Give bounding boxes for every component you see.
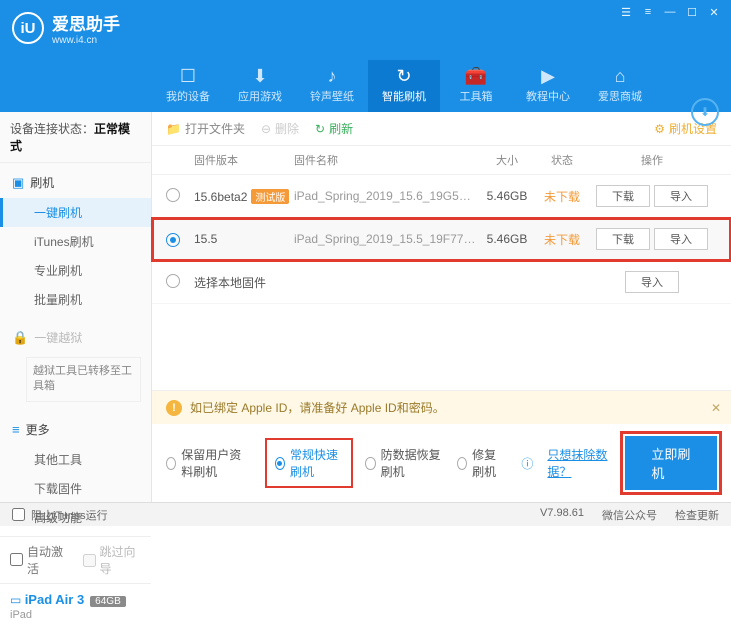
win-max-button[interactable]: ☐ xyxy=(685,6,699,19)
win-close-button[interactable]: ✕ xyxy=(707,6,721,19)
list-icon: ≡ xyxy=(12,422,20,437)
nav-my-device[interactable]: ☐我的设备 xyxy=(152,60,224,112)
apps-icon: ⬇ xyxy=(224,66,296,86)
download-icon: ⬇ xyxy=(700,105,710,119)
brand-block: 爱思助手 www.i4.cn xyxy=(52,10,120,46)
refresh-icon: ↻ xyxy=(315,122,325,136)
downloads-button[interactable]: ⬇ xyxy=(691,98,719,126)
check-update-link[interactable]: 检查更新 xyxy=(675,507,719,523)
import-button[interactable]: 导入 xyxy=(654,185,708,207)
brand-url: www.i4.cn xyxy=(52,35,120,46)
music-icon: ♪ xyxy=(296,66,368,86)
main-area: 设备连接状态：正常模式 ▣刷机 一键刷机 iTunes刷机 专业刷机 批量刷机 … xyxy=(0,112,731,502)
window-controls: ☰ ≡ — ☐ ✕ xyxy=(619,6,721,19)
lock-icon: 🔒 xyxy=(12,330,28,346)
toolbox-icon: 🧰 xyxy=(440,66,512,86)
appleid-warning: ! 如已绑定 Apple ID，请准备好 Apple ID和密码。 ✕ xyxy=(152,391,731,424)
jailbreak-note: 越狱工具已转移至工具箱 xyxy=(26,357,141,402)
row-radio[interactable] xyxy=(166,233,180,247)
skip-guide-checkbox xyxy=(83,554,96,567)
brand-name: 爱思助手 xyxy=(52,10,120,35)
sidebar-item-pro[interactable]: 专业刷机 xyxy=(0,256,151,285)
row-radio[interactable] xyxy=(166,274,180,288)
wechat-link[interactable]: 微信公众号 xyxy=(602,507,657,523)
device-status: 设备连接状态：正常模式 xyxy=(0,112,151,163)
sidebar-item-othertools[interactable]: 其他工具 xyxy=(0,445,151,474)
help-icon[interactable]: ⓘ xyxy=(521,455,533,472)
erase-only-link[interactable]: 只想抹除数据？ xyxy=(547,446,611,480)
folder-icon: 📁 xyxy=(166,122,181,136)
delete-icon: ⊖ xyxy=(261,122,271,136)
tablet-icon: ▭ xyxy=(10,593,21,607)
storage-badge: 64GB xyxy=(90,596,126,607)
win-min-button[interactable]: — xyxy=(663,6,677,19)
title-bar: iU 爱思助手 www.i4.cn ☰ ≡ — ☐ ✕ xyxy=(0,0,731,56)
bottom-panel: ! 如已绑定 Apple ID，请准备好 Apple ID和密码。 ✕ 保留用户… xyxy=(152,390,731,502)
download-button[interactable]: 下载 xyxy=(596,228,650,250)
nav-tutorials[interactable]: ▶教程中心 xyxy=(512,60,584,112)
warning-icon: ! xyxy=(166,400,182,416)
sidebar-group-jailbreak[interactable]: 🔒一键越狱 xyxy=(0,322,151,353)
sidebar-group-flash[interactable]: ▣刷机 xyxy=(0,167,151,198)
flash-options: 保留用户资料刷机 常规快速刷机 防数据恢复刷机 修复刷机 ⓘ 只想抹除数据？ 立… xyxy=(152,424,731,502)
row-radio[interactable] xyxy=(166,188,180,202)
content-pane: 📁打开文件夹 ⊖删除 ↻刷新 ⚙刷机设置 固件版本 固件名称 大小 状态 操作 … xyxy=(152,112,731,502)
sidebar-item-batch[interactable]: 批量刷机 xyxy=(0,285,151,314)
nav-apps[interactable]: ⬇应用游戏 xyxy=(224,60,296,112)
sidebar-item-downloadfw[interactable]: 下载固件 xyxy=(0,474,151,503)
device-info[interactable]: ▭ iPad Air 364GB iPad xyxy=(0,583,151,629)
auto-activate-checkbox[interactable] xyxy=(10,553,23,566)
toolbar: 📁打开文件夹 ⊖删除 ↻刷新 ⚙刷机设置 xyxy=(152,112,731,146)
opt-fast-flash[interactable]: 常规快速刷机 xyxy=(267,440,352,486)
nav-ringtone[interactable]: ♪铃声壁纸 xyxy=(296,60,368,112)
nav-flash[interactable]: ↻智能刷机 xyxy=(368,60,440,112)
device-icon: ☐ xyxy=(152,66,224,86)
play-icon: ▶ xyxy=(512,66,584,86)
import-button[interactable]: 导入 xyxy=(654,228,708,250)
opt-antirecovery[interactable]: 防数据恢复刷机 xyxy=(365,446,443,480)
delete-button: ⊖删除 xyxy=(261,120,299,137)
win-skin-button[interactable]: ☰ xyxy=(619,6,633,19)
block-itunes-checkbox[interactable] xyxy=(12,508,25,521)
table-header: 固件版本 固件名称 大小 状态 操作 xyxy=(152,146,731,175)
opt-repair[interactable]: 修复刷机 xyxy=(457,446,507,480)
sidebar-item-itunes[interactable]: iTunes刷机 xyxy=(0,227,151,256)
beta-badge: 测试版 xyxy=(251,189,289,204)
nav-store[interactable]: ⌂爱思商城 xyxy=(584,60,656,112)
refresh-icon: ↻ xyxy=(368,66,440,86)
firmware-row-selected[interactable]: 15.5 iPad_Spring_2019_15.5_19F77_Restore… xyxy=(152,218,731,261)
top-nav: ☐我的设备 ⬇应用游戏 ♪铃声壁纸 ↻智能刷机 🧰工具箱 ▶教程中心 ⌂爱思商城… xyxy=(0,56,731,112)
gear-icon: ⚙ xyxy=(654,122,665,136)
sidebar-group-more[interactable]: ≡更多 xyxy=(0,414,151,445)
opt-keep-data[interactable]: 保留用户资料刷机 xyxy=(166,446,253,480)
square-icon: ▣ xyxy=(12,175,24,191)
download-button[interactable]: 下载 xyxy=(596,185,650,207)
sidebar: 设备连接状态：正常模式 ▣刷机 一键刷机 iTunes刷机 专业刷机 批量刷机 … xyxy=(0,112,152,502)
version-label: V7.98.61 xyxy=(540,507,584,523)
auto-activate-row: 自动激活 跳过向导 xyxy=(0,537,151,583)
home-icon: ⌂ xyxy=(584,66,656,86)
local-firmware-row[interactable]: 选择本地固件 导入 xyxy=(152,261,731,304)
nav-toolbox[interactable]: 🧰工具箱 xyxy=(440,60,512,112)
firmware-row[interactable]: 15.6beta2测试版 iPad_Spring_2019_15.6_19G50… xyxy=(152,175,731,218)
app-logo: iU xyxy=(12,12,44,44)
open-folder-button[interactable]: 📁打开文件夹 xyxy=(166,120,245,137)
warning-close-button[interactable]: ✕ xyxy=(711,401,721,415)
import-button[interactable]: 导入 xyxy=(625,271,679,293)
refresh-button[interactable]: ↻刷新 xyxy=(315,120,353,137)
sidebar-item-oneclick[interactable]: 一键刷机 xyxy=(0,198,151,227)
flash-now-button[interactable]: 立即刷机 xyxy=(625,436,717,490)
win-menu-button[interactable]: ≡ xyxy=(641,6,655,19)
